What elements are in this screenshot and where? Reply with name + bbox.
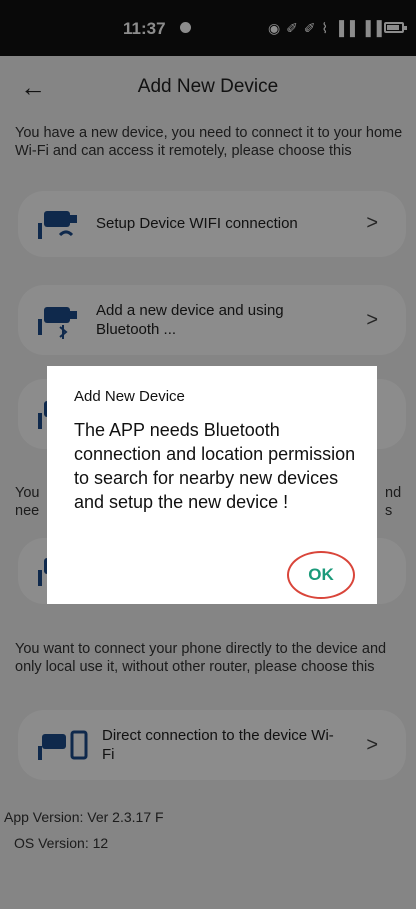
dialog-message: The APP needs Bluetooth connection and l… (74, 420, 356, 512)
permission-dialog: Add New Device The APP needs Bluetooth c… (47, 366, 377, 604)
ok-button[interactable]: OK (287, 551, 355, 599)
dialog-title: Add New Device (74, 388, 185, 405)
